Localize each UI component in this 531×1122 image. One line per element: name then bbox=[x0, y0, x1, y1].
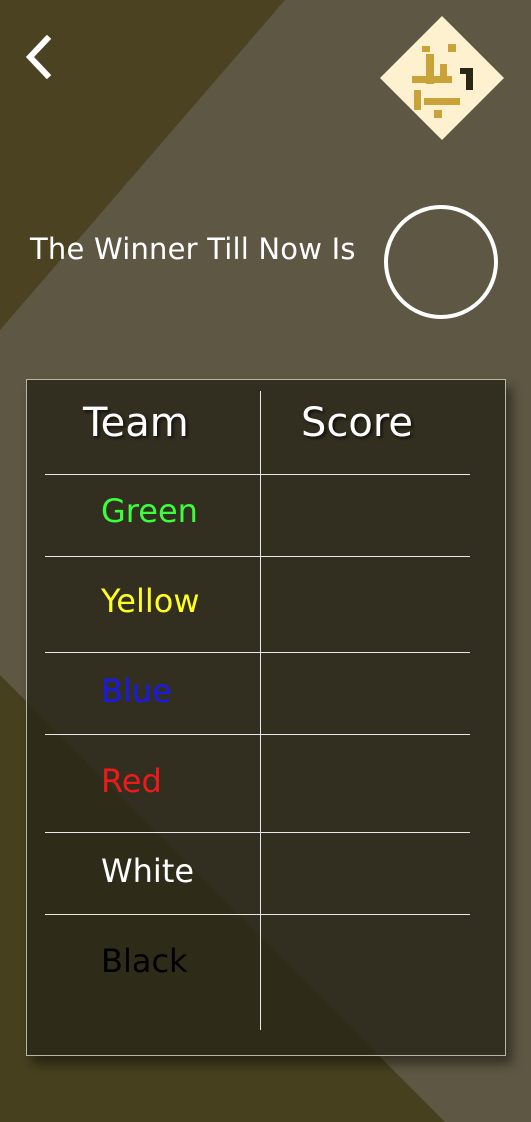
app-logo-icon bbox=[380, 16, 504, 140]
row-divider bbox=[45, 556, 470, 557]
score-column-header: Score bbox=[301, 400, 414, 446]
team-white-label: White bbox=[101, 852, 195, 890]
row-divider bbox=[45, 914, 470, 915]
team-yellow-label: Yellow bbox=[101, 582, 200, 620]
winner-indicator bbox=[384, 205, 498, 319]
winner-label: The Winner Till Now Is bbox=[30, 232, 356, 266]
score-table: Team Score Green Yellow Blue Red White B… bbox=[26, 379, 506, 1056]
row-divider bbox=[45, 652, 470, 653]
team-green-label: Green bbox=[101, 492, 198, 530]
team-blue-label: Blue bbox=[101, 672, 172, 710]
team-column-header: Team bbox=[83, 400, 189, 446]
column-divider bbox=[260, 391, 261, 1030]
team-red-label: Red bbox=[101, 762, 162, 800]
back-button[interactable] bbox=[16, 32, 60, 82]
row-divider bbox=[45, 832, 470, 833]
chevron-left-icon bbox=[25, 35, 52, 79]
row-divider bbox=[45, 474, 470, 475]
row-divider bbox=[45, 734, 470, 735]
team-black-label: Black bbox=[101, 942, 188, 980]
